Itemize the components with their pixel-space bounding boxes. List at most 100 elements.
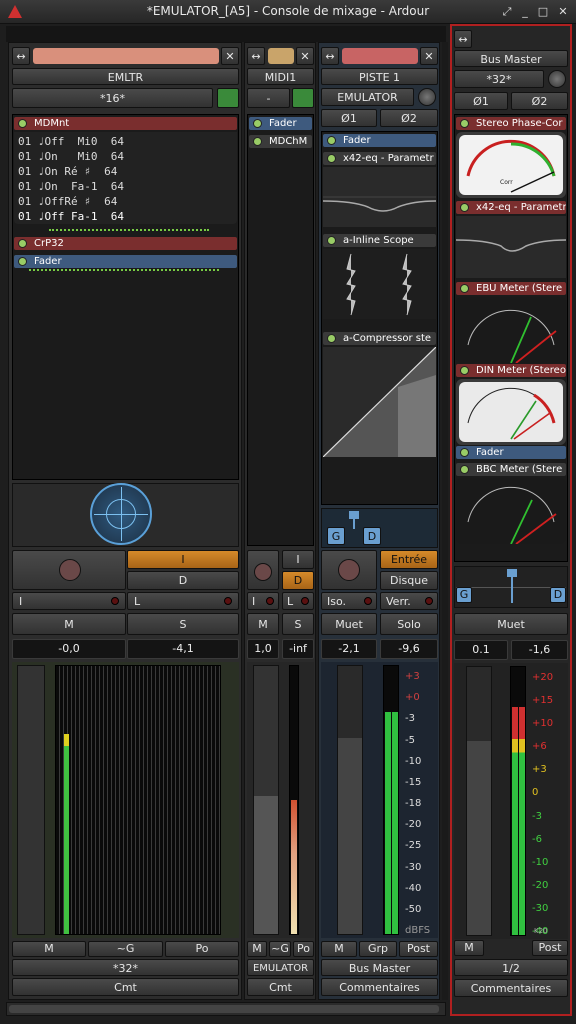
solo-button[interactable]: S: [127, 613, 239, 635]
input-trim-knob[interactable]: [548, 70, 566, 88]
hide-strip-button[interactable]: ✕: [420, 47, 438, 65]
meter-point-button[interactable]: M: [321, 941, 357, 957]
width-toggle-icon[interactable]: ↔: [321, 47, 339, 65]
plugin-mdchm[interactable]: MDChM: [249, 135, 312, 148]
strip-name-button[interactable]: Bus Master: [454, 50, 568, 67]
gain-entry[interactable]: -2,1: [321, 639, 377, 659]
width-toggle-icon[interactable]: ↔: [12, 47, 30, 65]
group-button[interactable]: ~G: [88, 941, 163, 957]
loop-toggle-button[interactable]: L: [127, 592, 239, 610]
gain-entry[interactable]: 0.1: [454, 640, 508, 660]
input-button[interactable]: *32*: [454, 70, 544, 88]
track-color-bar[interactable]: [268, 48, 294, 64]
output-button[interactable]: Bus Master: [321, 959, 438, 976]
peak-display[interactable]: -inf: [282, 639, 314, 659]
phase-invert-2-button[interactable]: Ø2: [380, 109, 438, 127]
meter-point-button[interactable]: M: [12, 941, 86, 957]
output-button[interactable]: *32*: [12, 959, 239, 976]
output-button[interactable]: EMULATOR: [247, 959, 314, 976]
mute-button[interactable]: Muet: [454, 613, 568, 635]
mute-button[interactable]: Muet: [321, 613, 377, 635]
post-button[interactable]: Post: [399, 941, 438, 957]
post-button[interactable]: Po: [165, 941, 239, 957]
loop-toggle-button[interactable]: L: [282, 592, 314, 610]
meter-point-button[interactable]: M: [454, 940, 484, 956]
group-button[interactable]: Grp: [359, 941, 397, 957]
midi-input-icon[interactable]: [292, 88, 314, 108]
phase-invert-1-button[interactable]: Ø1: [454, 92, 508, 110]
plugin-a-inline-scope[interactable]: a-Inline Scope: [323, 234, 436, 247]
close-button[interactable]: ✕: [556, 5, 570, 19]
plugin-din-meter[interactable]: DIN Meter (Stereo: [456, 364, 566, 377]
width-toggle-icon[interactable]: ↔: [454, 30, 472, 48]
plugin-x42-eq[interactable]: x42-eq - Parametr: [456, 201, 566, 214]
gain-fader[interactable]: [253, 665, 279, 935]
gain-entry[interactable]: 1,0: [247, 639, 279, 659]
isolate-button[interactable]: Iso.: [321, 592, 377, 610]
strip-name-button[interactable]: EMLTR: [12, 68, 239, 85]
width-toggle-icon[interactable]: ↔: [247, 47, 265, 65]
plugin-mdmnt[interactable]: MDMnt: [14, 117, 237, 130]
restore-icon[interactable]: ⤢: [500, 5, 514, 19]
input-trim-knob[interactable]: [418, 88, 436, 106]
peak-display[interactable]: -1,6: [511, 640, 568, 660]
phase-invert-1-button[interactable]: Ø1: [321, 109, 377, 127]
master-balance-panner[interactable]: G D: [456, 569, 566, 605]
midi-input-icon[interactable]: [217, 88, 239, 108]
mute-button[interactable]: M: [12, 613, 126, 635]
plugin-fader[interactable]: Fader: [249, 117, 312, 130]
input-monitor-button[interactable]: Entrée: [380, 550, 438, 569]
hide-strip-button[interactable]: ✕: [221, 47, 239, 65]
peak-display[interactable]: -4,1: [127, 639, 239, 659]
input-monitor-button[interactable]: I: [282, 550, 314, 569]
plugin-a-compressor[interactable]: a-Compressor ste: [323, 332, 436, 345]
plugin-stereo-phase-correlation[interactable]: Stereo Phase-Cor: [456, 117, 566, 130]
input-button[interactable]: -: [247, 88, 290, 108]
plugin-fader[interactable]: Fader: [14, 255, 237, 268]
plugin-bbc-meter[interactable]: BBC Meter (Stere: [456, 463, 566, 476]
comments-button[interactable]: Cmt: [12, 978, 239, 996]
track-color-bar[interactable]: [342, 48, 418, 64]
phase-invert-2-button[interactable]: Ø2: [511, 92, 568, 110]
input-button[interactable]: *16*: [12, 88, 213, 108]
input-toggle-button[interactable]: I: [247, 592, 279, 610]
plugin-ebu-meter[interactable]: EBU Meter (Stere: [456, 282, 566, 295]
horizontal-scrollbar[interactable]: [6, 1002, 446, 1016]
peak-display[interactable]: -9,6: [380, 639, 438, 659]
surround-panner-icon[interactable]: [90, 483, 152, 545]
input-monitor-button[interactable]: I: [127, 550, 239, 569]
meter-point-button[interactable]: M: [247, 941, 267, 957]
hide-strip-button[interactable]: ✕: [296, 47, 314, 65]
output-button[interactable]: 1/2: [454, 959, 568, 976]
minimize-button[interactable]: _: [518, 5, 532, 19]
plugin-fader[interactable]: Fader: [456, 446, 566, 459]
scrollbar-thumb[interactable]: [9, 1005, 439, 1013]
post-button[interactable]: Po: [293, 941, 314, 957]
mute-button[interactable]: M: [247, 613, 279, 635]
track-color-bar[interactable]: [33, 48, 219, 64]
solo-button[interactable]: S: [282, 613, 314, 635]
maximize-button[interactable]: □: [536, 5, 550, 19]
record-arm-button[interactable]: [247, 550, 279, 590]
post-button[interactable]: Post: [532, 940, 568, 956]
record-arm-button[interactable]: [12, 550, 126, 590]
solo-lock-button[interactable]: Verr.: [380, 592, 438, 610]
stereo-panner[interactable]: G D: [327, 511, 381, 545]
solo-button[interactable]: Solo: [380, 613, 438, 635]
disk-monitor-button[interactable]: D: [282, 571, 314, 590]
plugin-x42-eq[interactable]: x42-eq - Parametr: [323, 152, 436, 165]
disk-monitor-button[interactable]: D: [127, 571, 239, 590]
comments-button[interactable]: Commentaires: [321, 978, 438, 996]
strip-name-button[interactable]: MIDI1: [247, 68, 314, 85]
plugin-fader[interactable]: Fader: [323, 134, 436, 147]
input-toggle-button[interactable]: I: [12, 592, 126, 610]
gain-fader[interactable]: [466, 666, 492, 936]
record-arm-button[interactable]: [321, 550, 377, 590]
plugin-crp32[interactable]: CrP32: [14, 237, 237, 250]
gain-fader[interactable]: [337, 665, 363, 935]
strip-name-button[interactable]: PISTE 1: [321, 68, 438, 85]
gain-fader[interactable]: [17, 665, 45, 935]
input-button[interactable]: EMULATOR: [321, 88, 414, 106]
group-button[interactable]: ~G: [269, 941, 291, 957]
comments-button[interactable]: Commentaires: [454, 979, 568, 997]
